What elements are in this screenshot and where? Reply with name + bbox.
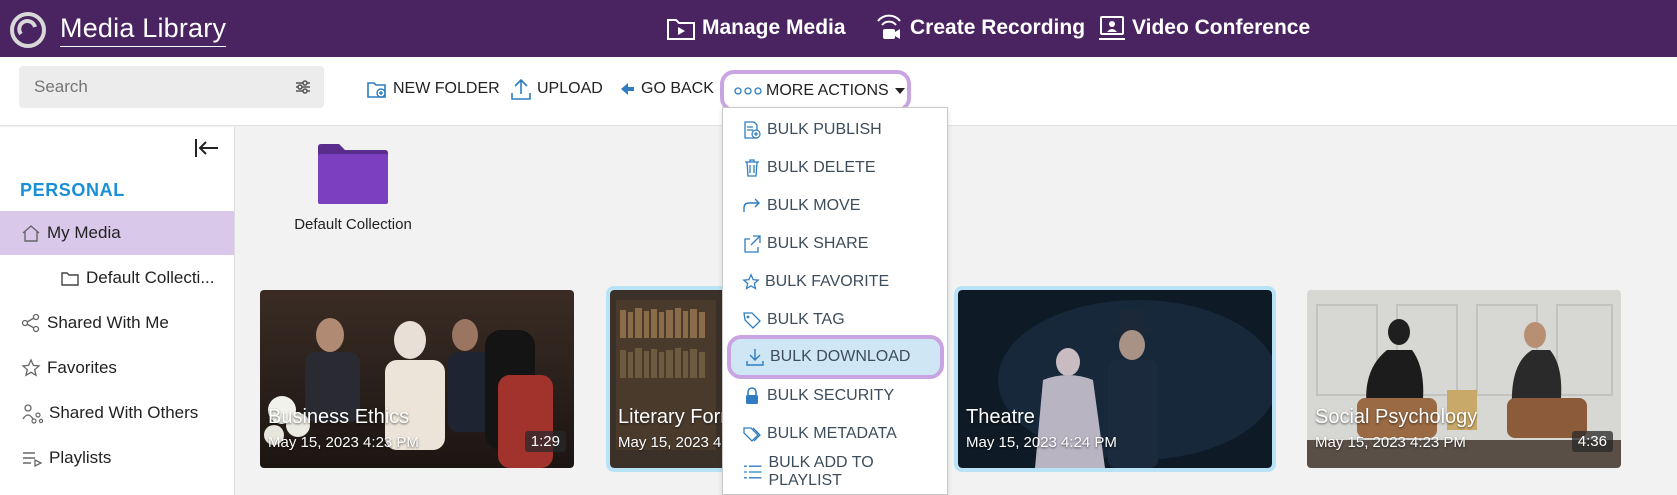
menu-item-label: BULK DELETE — [767, 159, 876, 176]
menu-item-label: BULK MOVE — [767, 197, 861, 214]
new-folder-label: NEW FOLDER — [393, 80, 500, 97]
nav-create-recording[interactable]: Create Recording — [874, 11, 1085, 45]
new-folder-button[interactable]: NEW FOLDER — [366, 74, 500, 104]
go-back-button[interactable]: GO BACK — [618, 74, 714, 104]
publish-icon — [744, 121, 761, 139]
menu-item-bulk-move[interactable]: BULK MOVE — [742, 191, 860, 221]
media-date: May 15, 2023 4: — [618, 434, 726, 451]
menu-item-label: BULK ADD TO PLAYLIST — [768, 454, 874, 489]
upload-button[interactable]: UPLOAD — [510, 74, 603, 104]
duration-badge: 1:29 — [524, 431, 566, 452]
new-folder-icon — [367, 82, 386, 98]
sidebar: PERSONAL My Media Default Collecti... Sh… — [0, 127, 235, 495]
media-title: Social Psychology — [1315, 406, 1478, 428]
share-out-icon — [744, 235, 761, 253]
trash-icon — [745, 159, 759, 177]
sidebar-item-label: Shared With Others — [49, 403, 199, 422]
upload-icon — [511, 78, 531, 100]
sidebar-item-shared-with-others[interactable]: Shared With Others — [0, 391, 234, 435]
star-icon — [742, 273, 760, 290]
star-icon — [21, 358, 41, 377]
menu-item-bulk-tag[interactable]: BULK TAG — [742, 305, 845, 335]
home-icon — [22, 225, 40, 242]
menu-item-label: BULK SHARE — [767, 235, 869, 252]
menu-item-label: BULK TAG — [767, 311, 845, 328]
menu-item-bulk-share[interactable]: BULK SHARE — [742, 229, 868, 259]
menu-item-label: BULK DOWNLOAD — [770, 348, 911, 365]
go-back-label: GO BACK — [641, 80, 714, 97]
folder-icon — [318, 144, 388, 204]
playlist-icon — [23, 452, 43, 468]
nav-label: Create Recording — [910, 16, 1086, 39]
menu-item-label: BULK PUBLISH — [767, 121, 882, 138]
media-date: May 15, 2023 4:23 PM — [268, 434, 419, 451]
search-input[interactable] — [19, 66, 279, 108]
app-logo-icon — [10, 12, 46, 48]
video-folder-icon — [667, 19, 695, 40]
media-date: May 15, 2023 4:24 PM — [966, 434, 1117, 451]
media-date: May 15, 2023 4:23 PM — [1315, 434, 1466, 451]
app-title[interactable]: Media Library — [60, 13, 227, 47]
collapse-sidebar-icon[interactable] — [194, 137, 220, 159]
move-icon — [743, 198, 760, 212]
arrow-left-icon — [621, 83, 634, 95]
caret-down-icon — [894, 88, 905, 94]
sidebar-item-label: Shared With Me — [47, 313, 169, 332]
search-box — [19, 66, 324, 108]
lock-icon — [746, 387, 758, 404]
duration-badge: 4:36 — [1571, 431, 1613, 452]
playlist-add-icon — [743, 465, 762, 479]
media-card-social-psychology[interactable]: Social Psychology May 15, 2023 4:23 PM 4… — [1307, 290, 1621, 468]
tag-icon — [743, 312, 761, 329]
sidebar-item-playlists[interactable]: Playlists — [0, 436, 234, 480]
brand[interactable]: Media Library — [8, 10, 227, 50]
more-actions-button[interactable]: MORE ACTIONS — [720, 70, 911, 112]
menu-item-bulk-download[interactable]: BULK DOWNLOAD — [727, 335, 944, 379]
more-actions-label: MORE ACTIONS — [766, 82, 889, 99]
media-title: Business Ethics — [268, 406, 410, 428]
metadata-icon — [743, 427, 761, 442]
share-icon — [21, 313, 40, 333]
menu-item-label: BULK METADATA — [767, 425, 897, 442]
top-bar: Media Library Manage Media Create Record… — [0, 0, 1677, 57]
menu-item-bulk-favorite[interactable]: BULK FAVORITE — [742, 267, 889, 297]
sidebar-item-default-collection[interactable]: Default Collecti... — [0, 256, 234, 300]
sidebar-item-my-media[interactable]: My Media — [0, 211, 234, 255]
conference-icon — [1099, 16, 1125, 40]
sidebar-item-label: Playlists — [49, 448, 112, 467]
media-card-theatre[interactable]: Theatre May 15, 2023 4:24 PM — [954, 286, 1276, 472]
section-title-personal: PERSONAL — [20, 180, 125, 200]
folder-label: Default Collection — [294, 216, 412, 233]
media-title: Theatre — [966, 406, 1035, 428]
sidebar-item-favorites[interactable]: Favorites — [0, 346, 234, 390]
nav-label: Video Conference — [1132, 16, 1311, 39]
media-title: Literary Form — [618, 406, 737, 428]
menu-item-label: BULK SECURITY — [767, 387, 895, 404]
webcam-icon — [877, 14, 901, 39]
sidebar-item-label: Default Collecti... — [86, 268, 215, 287]
download-icon — [746, 349, 764, 366]
menu-item-bulk-add-to-playlist[interactable]: BULK ADD TO PLAYLIST — [742, 454, 947, 489]
nav-label: Manage Media — [702, 16, 846, 39]
upload-label: UPLOAD — [537, 80, 603, 97]
folder-icon — [61, 272, 79, 286]
folder-tile[interactable]: Default Collection — [288, 143, 418, 233]
menu-item-bulk-security[interactable]: BULK SECURITY — [742, 381, 894, 411]
filter-icon[interactable] — [294, 78, 312, 96]
more-actions-menu: BULK PUBLISH BULK DELETE BULK MOVE BULK … — [722, 107, 948, 495]
nav-manage-media[interactable]: Manage Media — [666, 11, 846, 45]
nav-video-conference[interactable]: Video Conference — [1098, 11, 1310, 45]
media-card-business-ethics[interactable]: Business Ethics May 15, 2023 4:23 PM 1:2… — [260, 290, 574, 468]
menu-item-label: BULK FAVORITE — [765, 273, 890, 290]
menu-item-bulk-delete[interactable]: BULK DELETE — [742, 153, 875, 183]
menu-item-bulk-metadata[interactable]: BULK METADATA — [742, 419, 897, 449]
sidebar-item-label: Favorites — [47, 358, 117, 377]
more-dots-icon — [734, 87, 762, 95]
sidebar-item-label: My Media — [47, 223, 121, 242]
sidebar-item-shared-with-me[interactable]: Shared With Me — [0, 301, 234, 345]
menu-item-bulk-publish[interactable]: BULK PUBLISH — [742, 115, 882, 145]
users-share-icon — [22, 404, 43, 424]
